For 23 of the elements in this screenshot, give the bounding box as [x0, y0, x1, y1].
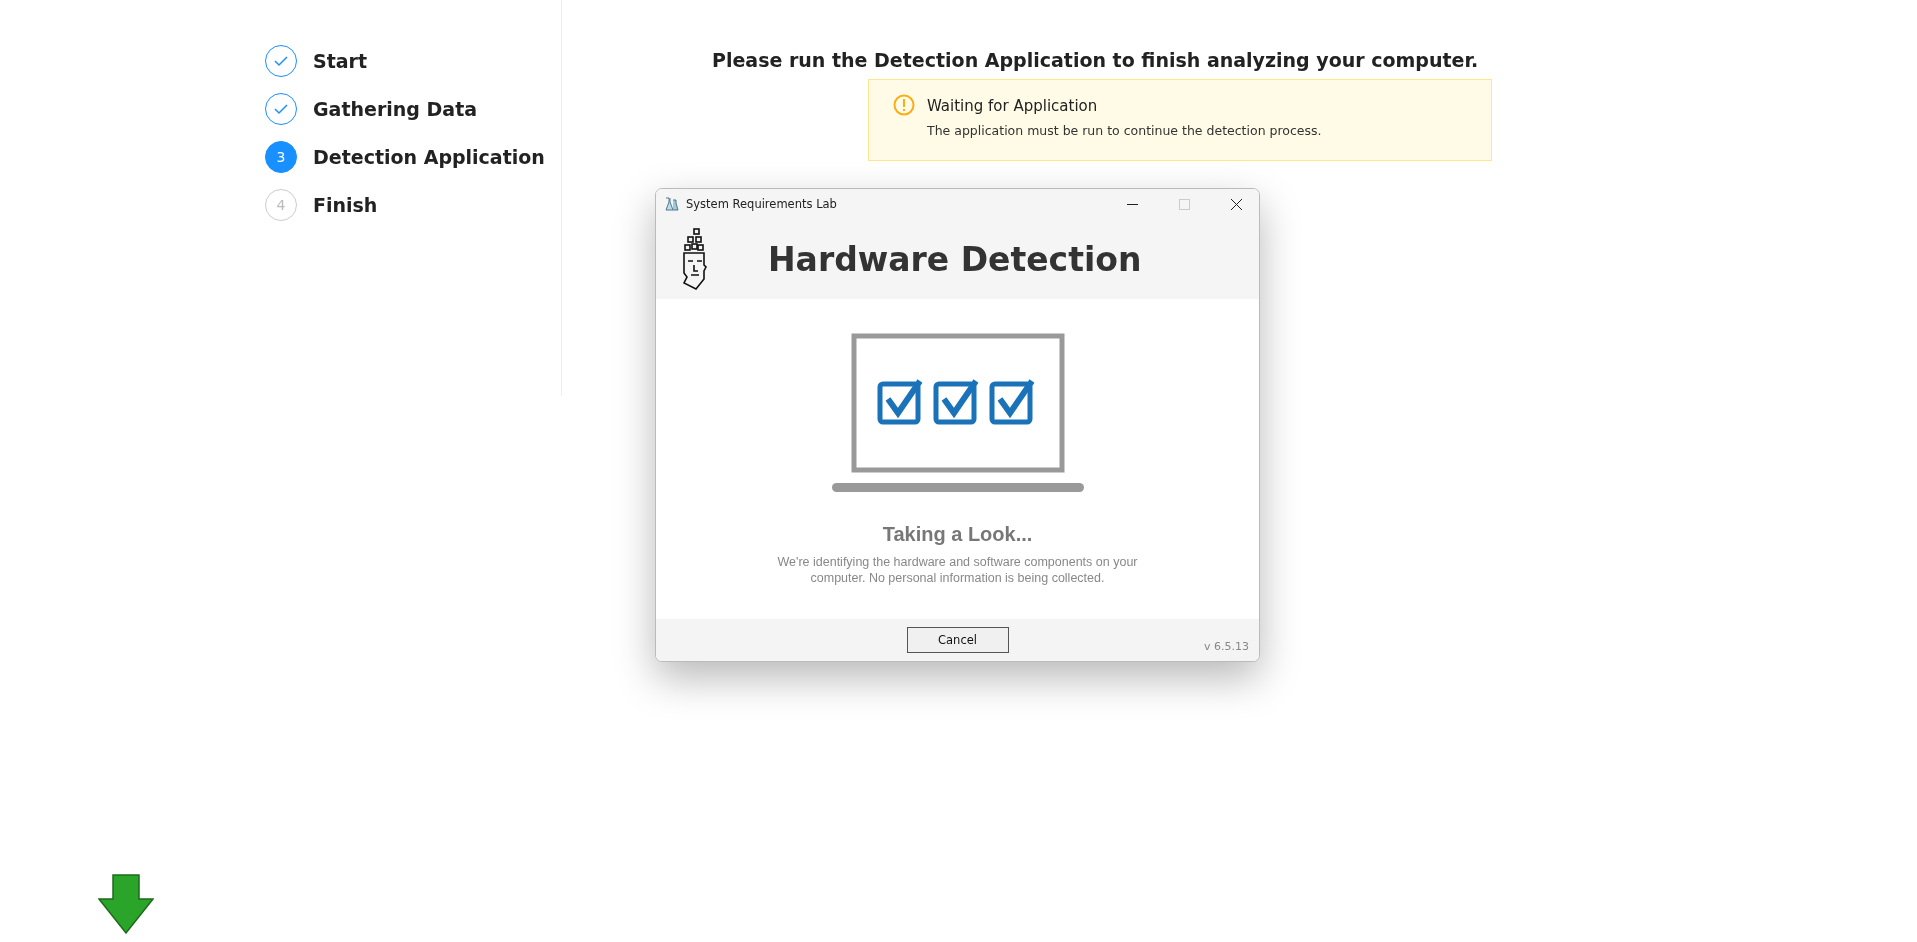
step-label: Detection Application [313, 146, 545, 168]
step-label: Finish [313, 194, 378, 216]
alert-title: Waiting for Application [927, 97, 1099, 115]
check-icon [273, 55, 289, 67]
down-arrow-icon [98, 874, 154, 934]
step-number: 3 [276, 149, 286, 165]
step-label: Start [313, 50, 368, 72]
window-title: System Requirements Lab [686, 197, 838, 211]
alert-message: The application must be run to continue the detection process. [927, 123, 1322, 138]
head-logo-icon [682, 227, 708, 291]
step-label: Gathering Data [313, 98, 478, 120]
warning-icon [893, 94, 915, 116]
maximize-icon [1178, 198, 1190, 210]
status-title: Taking a Look... [882, 523, 1033, 546]
check-icon [273, 103, 289, 115]
flask-icon [664, 197, 680, 211]
version-label: v 6.5.13 [1204, 640, 1249, 653]
close-icon [1230, 198, 1242, 210]
cancel-button[interactable]: Cancel [906, 627, 1009, 653]
page-heading: Please run the Detection Application to finish analyzing your computer. [712, 49, 1480, 71]
step-number: 4 [276, 197, 286, 213]
status-text: We're identifying the hardware and software components on your computer. No personal information is being collected. [776, 554, 1139, 586]
dialog-heading: Hardware Detection [768, 239, 1142, 279]
